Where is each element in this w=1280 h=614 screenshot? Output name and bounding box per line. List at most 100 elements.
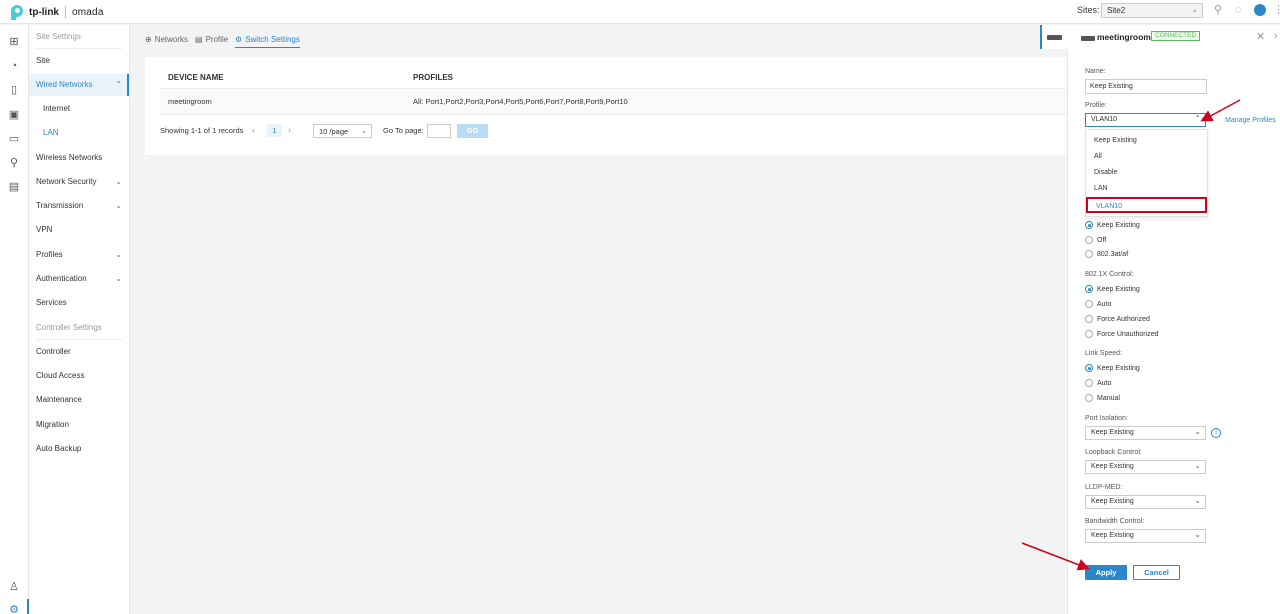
table-header: DEVICE NAME PROFILES bbox=[160, 65, 1075, 89]
radio-dot bbox=[1085, 236, 1093, 244]
prev-page-icon[interactable]: ‹ bbox=[252, 125, 255, 135]
switch-thumbnail-icon[interactable] bbox=[1047, 35, 1062, 40]
dot1x-radio-force-unauthorized[interactable]: Force Unauthorized bbox=[1085, 330, 1158, 338]
info-icon[interactable]: i bbox=[1211, 428, 1221, 438]
tab-profile[interactable]: ▤ Profile bbox=[195, 35, 228, 44]
column-header-device-name[interactable]: DEVICE NAME bbox=[168, 73, 224, 82]
sidebar-item-profiles[interactable]: Profiles ⌄ bbox=[29, 244, 129, 266]
dashboard-icon[interactable]: ⊞ bbox=[8, 36, 20, 48]
globe-icon: ⊕ bbox=[145, 35, 152, 44]
profile-select[interactable]: VLAN10 ⌃ bbox=[1085, 113, 1206, 127]
chevron-down-icon: ⌄ bbox=[1194, 496, 1201, 505]
radio-dot bbox=[1085, 285, 1093, 293]
link-speed-radio-manual[interactable]: Manual bbox=[1085, 394, 1120, 402]
sidebar-item-network-security[interactable]: Network Security ⌄ bbox=[29, 171, 129, 193]
chevron-down-icon: ⌄ bbox=[1194, 530, 1201, 539]
dot1x-radio-force-authorized[interactable]: Force Authorized bbox=[1085, 315, 1150, 323]
sidebar-item-transmission[interactable]: Transmission ⌄ bbox=[29, 195, 129, 217]
poe-radio-keep-existing[interactable]: Keep Existing bbox=[1085, 221, 1140, 229]
profile-option-selected[interactable]: VLAN10 bbox=[1086, 197, 1207, 213]
dot1x-radio-keep-existing[interactable]: Keep Existing bbox=[1085, 285, 1140, 293]
sidebar-item-cloud-access[interactable]: Cloud Access bbox=[29, 365, 129, 387]
sidebar-item-internet[interactable]: Internet bbox=[29, 98, 129, 120]
switch-settings-card: DEVICE NAME PROFILES meetingroom All: Po… bbox=[145, 57, 1075, 155]
table-row[interactable]: meetingroom All: Port1,Port2,Port3,Port4… bbox=[160, 89, 1075, 115]
gear-icon: ⚙ bbox=[235, 35, 243, 44]
icon-rail: ⊞ ◔ ▯ ▣ ▭ ⚲ ▤ ♙ ⚙ bbox=[0, 25, 29, 614]
statistics-icon[interactable]: ◔ bbox=[8, 60, 20, 72]
poe-radio-off[interactable]: Off bbox=[1085, 236, 1106, 244]
link-speed-radio-keep-existing[interactable]: Keep Existing bbox=[1085, 364, 1140, 372]
sidebar-header-controller-settings: Controller Settings bbox=[36, 323, 102, 332]
clients-icon[interactable]: ▭ bbox=[8, 133, 20, 145]
sidebar-item-site[interactable]: Site bbox=[29, 50, 129, 72]
sidebar-item-lan[interactable]: LAN bbox=[29, 122, 129, 144]
chevron-down-icon: ⌄ bbox=[115, 201, 122, 210]
page-number[interactable]: 1 bbox=[267, 124, 282, 137]
devices-icon[interactable]: ▣ bbox=[8, 109, 20, 121]
profile-dropdown: Keep Existing All Disable LAN VLAN10 bbox=[1085, 129, 1208, 217]
column-header-profiles: PROFILES bbox=[413, 73, 454, 82]
name-input[interactable]: Keep Existing bbox=[1085, 79, 1207, 94]
bandwidth-control-select[interactable]: Keep Existing ⌄ bbox=[1085, 529, 1206, 543]
account-icon[interactable]: ♙ bbox=[8, 581, 20, 593]
settings-icon[interactable]: ⚙ bbox=[8, 604, 20, 614]
dot1x-label: 802.1X Control: bbox=[1085, 271, 1134, 278]
chevron-down-icon: ⌄ bbox=[115, 274, 122, 283]
sidebar-item-migration[interactable]: Migration bbox=[29, 414, 129, 436]
cancel-button[interactable]: Cancel bbox=[1133, 565, 1180, 580]
apply-button[interactable]: Apply bbox=[1085, 565, 1127, 580]
radio-dot bbox=[1085, 221, 1093, 229]
sidebar-item-controller[interactable]: Controller bbox=[29, 341, 129, 363]
profile-option[interactable]: Keep Existing bbox=[1086, 133, 1207, 149]
records-summary: Showing 1-1 of 1 records bbox=[160, 126, 244, 135]
loopback-control-label: Loopback Control: bbox=[1085, 449, 1142, 456]
close-icon[interactable]: ✕ bbox=[1256, 30, 1265, 43]
insight-icon[interactable]: ⚲ bbox=[8, 157, 20, 169]
profile-option[interactable]: Disable bbox=[1086, 165, 1207, 181]
map-icon[interactable]: ▯ bbox=[8, 84, 20, 96]
sidebar-item-services[interactable]: Services bbox=[29, 292, 129, 314]
tp-link-omada-logo[interactable]: tp-link omada bbox=[9, 4, 104, 20]
profile-label: Profile: bbox=[1085, 102, 1107, 109]
port-isolation-select[interactable]: Keep Existing ⌄ bbox=[1085, 426, 1206, 440]
sidebar-item-authentication[interactable]: Authentication ⌄ bbox=[29, 268, 129, 290]
sidebar-item-auto-backup[interactable]: Auto Backup bbox=[29, 438, 129, 460]
site-select-value: Site2 bbox=[1107, 6, 1126, 15]
sidebar-item-wireless-networks[interactable]: Wireless Networks bbox=[29, 147, 129, 169]
tab-networks[interactable]: ⊕ Networks bbox=[145, 35, 188, 44]
lldp-med-select[interactable]: Keep Existing ⌄ bbox=[1085, 495, 1206, 509]
device-name: meetingroom bbox=[1097, 32, 1151, 42]
tab-bar: ⊕ Networks ▤ Profile ⚙ Switch Settings bbox=[131, 25, 1040, 55]
next-page-icon[interactable]: › bbox=[288, 125, 291, 135]
goto-page-input[interactable] bbox=[427, 124, 451, 138]
document-icon: ▤ bbox=[195, 35, 203, 44]
poe-radio-802-3at[interactable]: 802.3at/af bbox=[1085, 250, 1128, 258]
collapse-icon[interactable]: › bbox=[1274, 30, 1278, 42]
tp-link-logo-icon bbox=[9, 4, 27, 20]
search-icon[interactable]: ⚲ bbox=[1212, 4, 1224, 16]
divider bbox=[36, 48, 122, 49]
profile-option[interactable]: LAN bbox=[1086, 181, 1207, 197]
page-size-select[interactable]: 10 /page ⌄ bbox=[313, 124, 372, 138]
site-select[interactable]: Site2 ⌄ bbox=[1101, 3, 1203, 18]
sidebar-item-maintenance[interactable]: Maintenance bbox=[29, 389, 129, 411]
refresh-icon[interactable]: ◌ bbox=[1232, 4, 1244, 16]
port-isolation-label: Port Isolation: bbox=[1085, 415, 1128, 422]
sidebar-item-wired-networks[interactable]: Wired Networks ⌃ bbox=[29, 74, 129, 96]
chevron-down-icon: ⌄ bbox=[115, 250, 122, 259]
lldp-med-label: LLDP-MED: bbox=[1085, 484, 1123, 491]
tab-switch-settings[interactable]: ⚙ Switch Settings bbox=[235, 35, 300, 48]
logs-icon[interactable]: ▤ bbox=[8, 181, 20, 193]
sidebar-item-vpn[interactable]: VPN bbox=[29, 219, 129, 241]
radio-dot bbox=[1085, 379, 1093, 387]
more-icon[interactable]: ⋮ bbox=[1273, 4, 1280, 16]
loopback-control-select[interactable]: Keep Existing ⌄ bbox=[1085, 460, 1206, 474]
go-button[interactable]: GO bbox=[457, 124, 488, 138]
profile-option[interactable]: All bbox=[1086, 149, 1207, 165]
manage-profiles-link[interactable]: Manage Profiles bbox=[1225, 117, 1276, 124]
radio-dot bbox=[1085, 394, 1093, 402]
link-speed-radio-auto[interactable]: Auto bbox=[1085, 379, 1111, 387]
avatar[interactable] bbox=[1254, 4, 1266, 16]
dot1x-radio-auto[interactable]: Auto bbox=[1085, 300, 1111, 308]
